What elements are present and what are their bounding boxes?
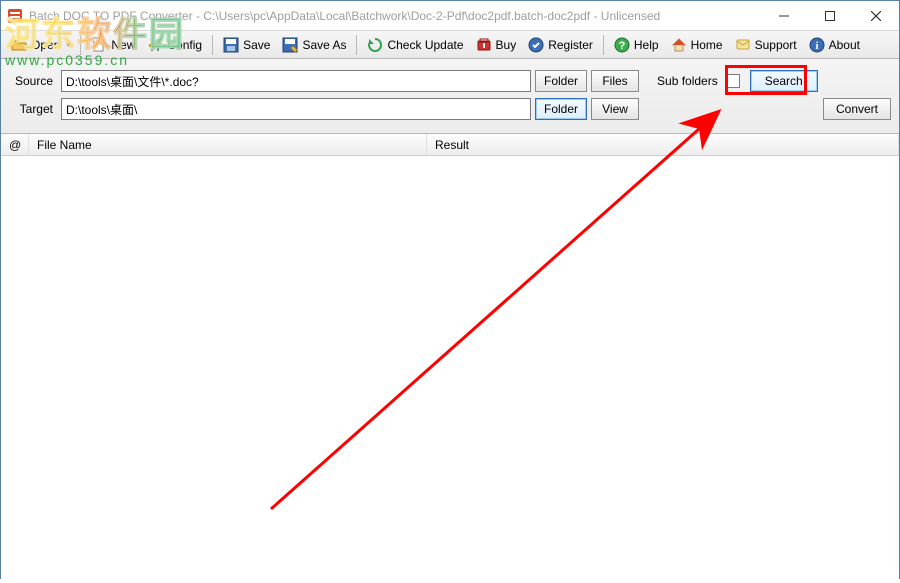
source-input[interactable] bbox=[61, 70, 531, 92]
target-folder-button[interactable]: Folder bbox=[535, 98, 587, 120]
window-title: Batch DOC TO PDF Converter - C:\Users\pc… bbox=[29, 9, 761, 23]
support-button[interactable]: Support bbox=[729, 34, 803, 56]
check-update-label: Check Update bbox=[387, 38, 463, 52]
app-icon bbox=[7, 8, 23, 24]
config-label: Config bbox=[167, 38, 202, 52]
about-button[interactable]: i About bbox=[803, 34, 866, 56]
support-icon bbox=[735, 37, 751, 53]
source-label: Source bbox=[9, 74, 57, 88]
register-button[interactable]: Register bbox=[522, 34, 599, 56]
check-update-button[interactable]: Check Update bbox=[361, 34, 469, 56]
home-icon bbox=[671, 37, 687, 53]
config-icon bbox=[147, 37, 163, 53]
source-row: Source Folder Files Sub folders Search bbox=[9, 69, 891, 93]
support-label: Support bbox=[755, 38, 797, 52]
new-button[interactable]: New bbox=[85, 34, 141, 56]
help-label: Help bbox=[634, 38, 659, 52]
col-result[interactable]: Result bbox=[427, 134, 899, 155]
save-as-button[interactable]: Save As bbox=[276, 34, 352, 56]
convert-button[interactable]: Convert bbox=[823, 98, 891, 120]
save-button[interactable]: Save bbox=[217, 34, 276, 56]
maximize-button[interactable] bbox=[807, 1, 853, 31]
help-icon: ? bbox=[614, 37, 630, 53]
save-as-label: Save As bbox=[302, 38, 346, 52]
results-header: @ File Name Result bbox=[1, 134, 899, 156]
svg-text:?: ? bbox=[619, 40, 626, 52]
subfolders-checkbox[interactable] bbox=[726, 74, 740, 88]
results-list[interactable] bbox=[1, 156, 899, 583]
col-at[interactable]: @ bbox=[1, 134, 29, 155]
open-button[interactable]: Open ▾ bbox=[5, 34, 76, 56]
close-button[interactable] bbox=[853, 1, 899, 31]
path-form: Source Folder Files Sub folders Search T… bbox=[1, 59, 899, 134]
title-bar: Batch DOC TO PDF Converter - C:\Users\pc… bbox=[1, 1, 899, 31]
register-label: Register bbox=[548, 38, 593, 52]
search-button[interactable]: Search bbox=[750, 70, 818, 92]
buy-label: Buy bbox=[496, 38, 517, 52]
source-files-button[interactable]: Files bbox=[591, 70, 639, 92]
dropdown-icon: ▾ bbox=[66, 40, 70, 49]
buy-button[interactable]: Buy bbox=[470, 34, 523, 56]
save-as-icon bbox=[282, 37, 298, 53]
main-toolbar: Open ▾ New Config Save Save As Check Upd… bbox=[1, 31, 899, 59]
new-label: New bbox=[111, 38, 135, 52]
target-view-button[interactable]: View bbox=[591, 98, 639, 120]
separator bbox=[603, 35, 604, 55]
save-label: Save bbox=[243, 38, 270, 52]
about-label: About bbox=[829, 38, 860, 52]
subfolders-label: Sub folders bbox=[657, 74, 718, 88]
open-label: Open bbox=[31, 38, 60, 52]
config-button[interactable]: Config bbox=[141, 34, 208, 56]
save-icon bbox=[223, 37, 239, 53]
target-row: Target Folder View Convert bbox=[9, 97, 891, 121]
minimize-button[interactable] bbox=[761, 1, 807, 31]
new-icon bbox=[91, 37, 107, 53]
buy-icon bbox=[476, 37, 492, 53]
window-buttons bbox=[761, 1, 899, 31]
separator bbox=[212, 35, 213, 55]
open-icon bbox=[11, 37, 27, 53]
target-input[interactable] bbox=[61, 98, 531, 120]
col-filename[interactable]: File Name bbox=[29, 134, 427, 155]
svg-text:i: i bbox=[815, 40, 818, 52]
update-icon bbox=[367, 37, 383, 53]
separator bbox=[80, 35, 81, 55]
home-label: Home bbox=[691, 38, 723, 52]
target-label: Target bbox=[9, 102, 57, 116]
home-button[interactable]: Home bbox=[665, 34, 729, 56]
about-icon: i bbox=[809, 37, 825, 53]
source-folder-button[interactable]: Folder bbox=[535, 70, 587, 92]
help-button[interactable]: ? Help bbox=[608, 34, 665, 56]
separator bbox=[356, 35, 357, 55]
register-icon bbox=[528, 37, 544, 53]
